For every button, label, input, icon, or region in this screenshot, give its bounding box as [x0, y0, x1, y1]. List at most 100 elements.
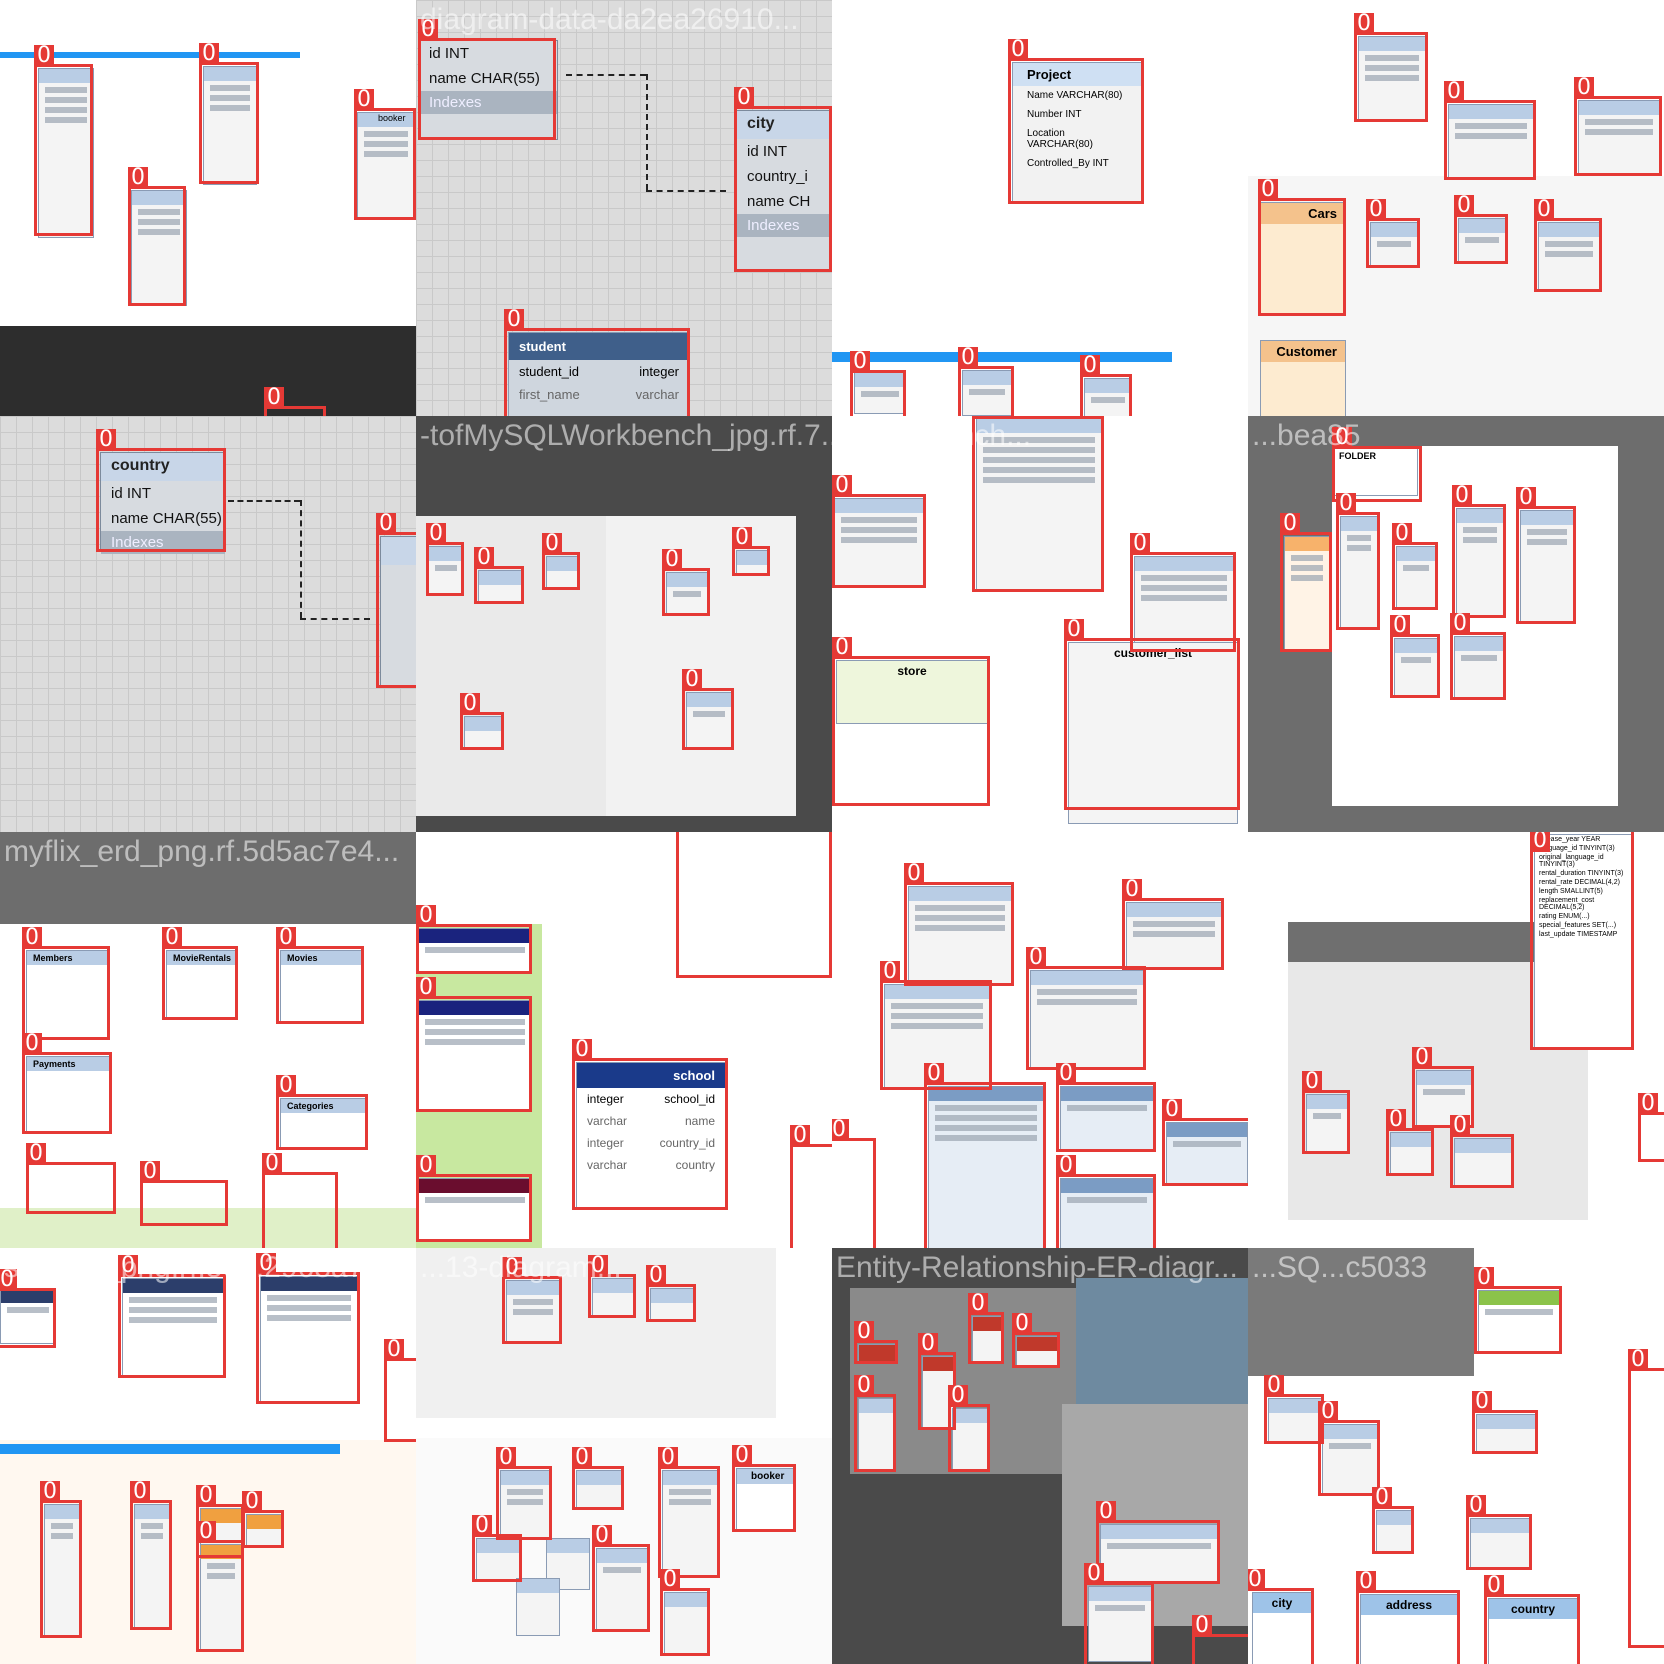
class-label: 0 — [264, 387, 284, 409]
tile-11: ...3877c... 0 0 0 0 0 0 0 0 0 — [832, 832, 1248, 1248]
detection-box: 0 — [1356, 1571, 1460, 1664]
tile-10: ...d... school integer school_id varchar n… — [416, 832, 832, 1248]
class-label: 0 — [130, 1481, 150, 1503]
detection-box: 0 — [418, 19, 556, 140]
detection-box: 0 — [1474, 1267, 1562, 1354]
detection-box: 0 — [384, 1339, 416, 1442]
class-label: 0 — [1096, 1501, 1116, 1523]
detection-box: 0 — [1122, 879, 1224, 970]
detection-box: 0 — [496, 1447, 552, 1540]
relationship-line — [646, 190, 726, 192]
class-label: 0 — [474, 547, 494, 569]
detection-box: 0 — [504, 309, 690, 416]
class-label: 0 — [96, 429, 116, 451]
class-label: 0 — [1012, 1313, 1032, 1335]
tile-5: country id INT name CHAR(55) Indexes 0 0 — [0, 416, 416, 832]
tile-15: Entity-Relationship-ER-diagr... 0 0 0 0 … — [832, 1248, 1248, 1664]
detection-box: 0 — [682, 669, 734, 750]
class-label: 0 — [572, 1039, 592, 1061]
screenshot-inset — [1248, 1248, 1474, 1376]
detection-box: 0 — [1084, 1563, 1154, 1664]
class-label: 0 — [646, 1265, 666, 1287]
class-label: 0 — [1356, 1571, 1376, 1593]
detection-box: 0 — [128, 167, 186, 306]
detection-box: 0 — [1534, 199, 1602, 292]
detection-box: 0 — [1444, 81, 1536, 180]
detection-box: 0 — [426, 523, 464, 596]
class-label: 0 — [1064, 619, 1084, 641]
class-label: 0 — [968, 1293, 988, 1315]
detection-box: 0 — [26, 1143, 116, 1214]
class-label: 0 — [1056, 1063, 1076, 1085]
detection-box: 0 — [1472, 1391, 1538, 1454]
detection-box: 0 — [1336, 493, 1380, 630]
detection-box: 0 — [416, 1155, 532, 1242]
detection-box: 0 — [1574, 77, 1662, 176]
detection-box: 0 — [1452, 485, 1506, 618]
class-label: 0 — [1534, 199, 1554, 221]
class-label: 0 — [1366, 199, 1386, 221]
class-label: 0 — [1474, 1267, 1494, 1289]
class-label: 0 — [418, 19, 438, 41]
detection-box: 0 — [662, 549, 710, 616]
detection-box: 0 — [1162, 1099, 1248, 1186]
class-label: 0 — [1638, 1093, 1658, 1115]
tile-16: ...SQ...c5033 address country city 0 0 0… — [1248, 1248, 1664, 1664]
class-label: 0 — [1484, 1575, 1504, 1597]
detection-box: 0 — [646, 1265, 696, 1322]
screenshot-inset — [0, 326, 416, 416]
detection-box: 0 — [732, 527, 770, 576]
class-label: 0 — [1372, 1487, 1392, 1509]
class-label: 0 — [354, 89, 374, 111]
detection-box: 0 — [1192, 1615, 1248, 1664]
class-label: 0 — [592, 1525, 612, 1547]
detection-box: 0 — [1008, 39, 1144, 204]
detection-box: 0 — [196, 1521, 244, 1652]
class-label: 0 — [162, 927, 182, 949]
tile-caption: -tofMySQLWorkbench_jpg.rf.7... — [420, 419, 832, 452]
detection-box: 0 — [1264, 1375, 1324, 1444]
class-label: 0 — [34, 45, 54, 67]
detection-box: 0 — [416, 905, 532, 974]
class-label: 0 — [504, 309, 524, 331]
class-label: 0 — [1130, 533, 1150, 555]
class-label: 0 — [256, 1253, 276, 1275]
detection-box: 0 — [1366, 199, 1420, 268]
class-label: 0 — [972, 416, 992, 419]
detection-box: 0 — [1372, 1487, 1414, 1554]
class-label: 0 — [682, 669, 702, 691]
detection-box: 0 — [732, 1445, 796, 1532]
class-label: 0 — [460, 693, 480, 715]
class-label: 0 — [904, 863, 924, 885]
detection-box: 0 — [1484, 1575, 1580, 1664]
relationship-line — [228, 500, 300, 502]
class-label: 0 — [1248, 1569, 1265, 1591]
relationship-line — [300, 500, 302, 618]
detection-box: 0 — [904, 863, 1014, 986]
class-label: 0 — [128, 167, 148, 189]
class-label: 0 — [1628, 1349, 1648, 1371]
detection-box: 0 — [1280, 513, 1332, 652]
detection-box: 0 — [958, 347, 1014, 416]
class-label: 0 — [416, 905, 436, 927]
toolbar-strip — [0, 1444, 340, 1454]
class-label: 0 — [948, 1385, 968, 1407]
detection-box: 0 — [1454, 195, 1508, 264]
class-label: 0 — [1084, 1563, 1104, 1585]
class-label: 0 — [1280, 513, 1300, 535]
relationship-line — [300, 618, 370, 620]
class-label: 0 — [262, 1153, 282, 1175]
tile-6: -tofMySQLWorkbench_jpg.rf.7... 0 0 0 0 0… — [416, 416, 832, 832]
class-label: 0 — [854, 1321, 874, 1343]
class-label: 0 — [196, 1485, 216, 1507]
class-label: 0 — [1162, 1099, 1182, 1121]
class-label: 0 — [832, 1119, 849, 1141]
class-label: 0 — [1080, 355, 1100, 377]
class-label: 0 — [1450, 613, 1470, 635]
class-label: 0 — [1530, 832, 1550, 852]
class-label: 0 — [1332, 427, 1352, 449]
detection-box: 0 — [1248, 1569, 1314, 1664]
detection-box: 0 — [34, 45, 93, 236]
class-label: 0 — [572, 1447, 592, 1469]
class-label: 0 — [1412, 1047, 1432, 1069]
